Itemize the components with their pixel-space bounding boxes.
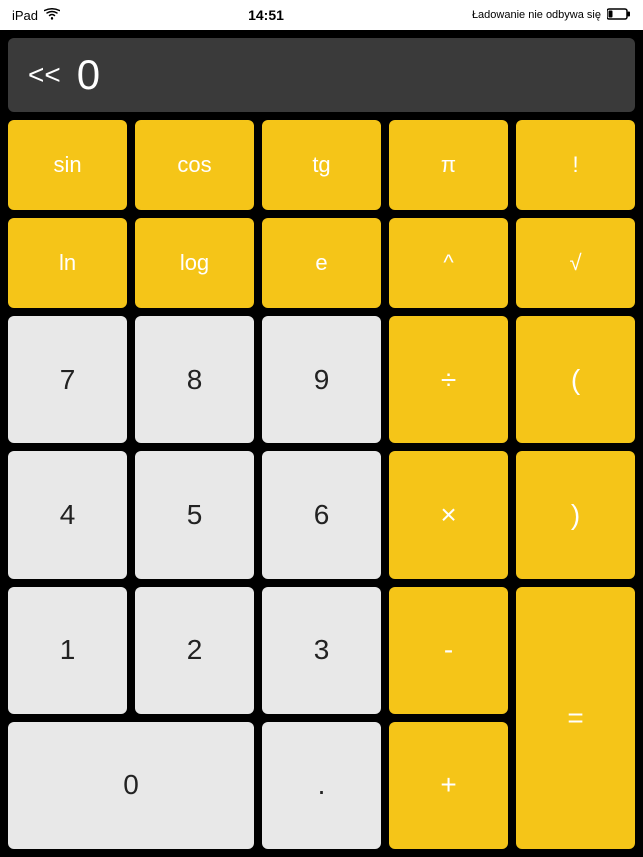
btn-lparen[interactable]: ( <box>516 316 635 443</box>
func-row-1: sin cos tg π ! <box>8 120 635 210</box>
ln-button[interactable]: ln <box>8 218 127 308</box>
calculator: << 0 sin cos tg π ! ln log e ^ √ 7 <box>0 30 643 857</box>
btn-1[interactable]: 1 <box>8 587 127 714</box>
btn-2[interactable]: 2 <box>135 587 254 714</box>
btn-7[interactable]: 7 <box>8 316 127 443</box>
display: << 0 <box>8 38 635 112</box>
btn-divide[interactable]: ÷ <box>389 316 508 443</box>
btn-4[interactable]: 4 <box>8 451 127 578</box>
btn-multiply[interactable]: × <box>389 451 508 578</box>
power-button[interactable]: ^ <box>389 218 508 308</box>
btn-3[interactable]: 3 <box>262 587 381 714</box>
battery-icon <box>607 8 631 23</box>
cos-button[interactable]: cos <box>135 120 254 210</box>
btn-dot[interactable]: . <box>262 722 381 849</box>
e-button[interactable]: e <box>262 218 381 308</box>
status-left: iPad <box>12 8 60 23</box>
numpad: 7 8 9 ÷ ( 4 5 6 × ) 1 2 3 - = 0 . + <box>8 316 635 849</box>
function-rows: sin cos tg π ! ln log e ^ √ <box>8 120 635 308</box>
btn-rparen[interactable]: ) <box>516 451 635 578</box>
btn-9[interactable]: 9 <box>262 316 381 443</box>
calculator-body: sin cos tg π ! ln log e ^ √ 7 8 9 ÷ ( 4 <box>8 120 635 849</box>
btn-5[interactable]: 5 <box>135 451 254 578</box>
btn-0[interactable]: 0 <box>8 722 254 849</box>
display-value: 0 <box>77 51 100 99</box>
btn-subtract[interactable]: - <box>389 587 508 714</box>
btn-add[interactable]: + <box>389 722 508 849</box>
wifi-icon <box>44 8 60 23</box>
sin-button[interactable]: sin <box>8 120 127 210</box>
tg-button[interactable]: tg <box>262 120 381 210</box>
log-button[interactable]: log <box>135 218 254 308</box>
notice-label: Ładowanie nie odbywa się <box>472 9 601 21</box>
status-right: Ładowanie nie odbywa się <box>472 8 631 23</box>
pi-button[interactable]: π <box>389 120 508 210</box>
factorial-button[interactable]: ! <box>516 120 635 210</box>
func-row-2: ln log e ^ √ <box>8 218 635 308</box>
btn-8[interactable]: 8 <box>135 316 254 443</box>
backspace-button[interactable]: << <box>28 59 61 91</box>
btn-equals[interactable]: = <box>516 587 635 850</box>
btn-6[interactable]: 6 <box>262 451 381 578</box>
status-bar: iPad 14:51 Ładowanie nie odbywa się <box>0 0 643 30</box>
device-label: iPad <box>12 8 38 23</box>
time-display: 14:51 <box>248 7 284 23</box>
sqrt-button[interactable]: √ <box>516 218 635 308</box>
